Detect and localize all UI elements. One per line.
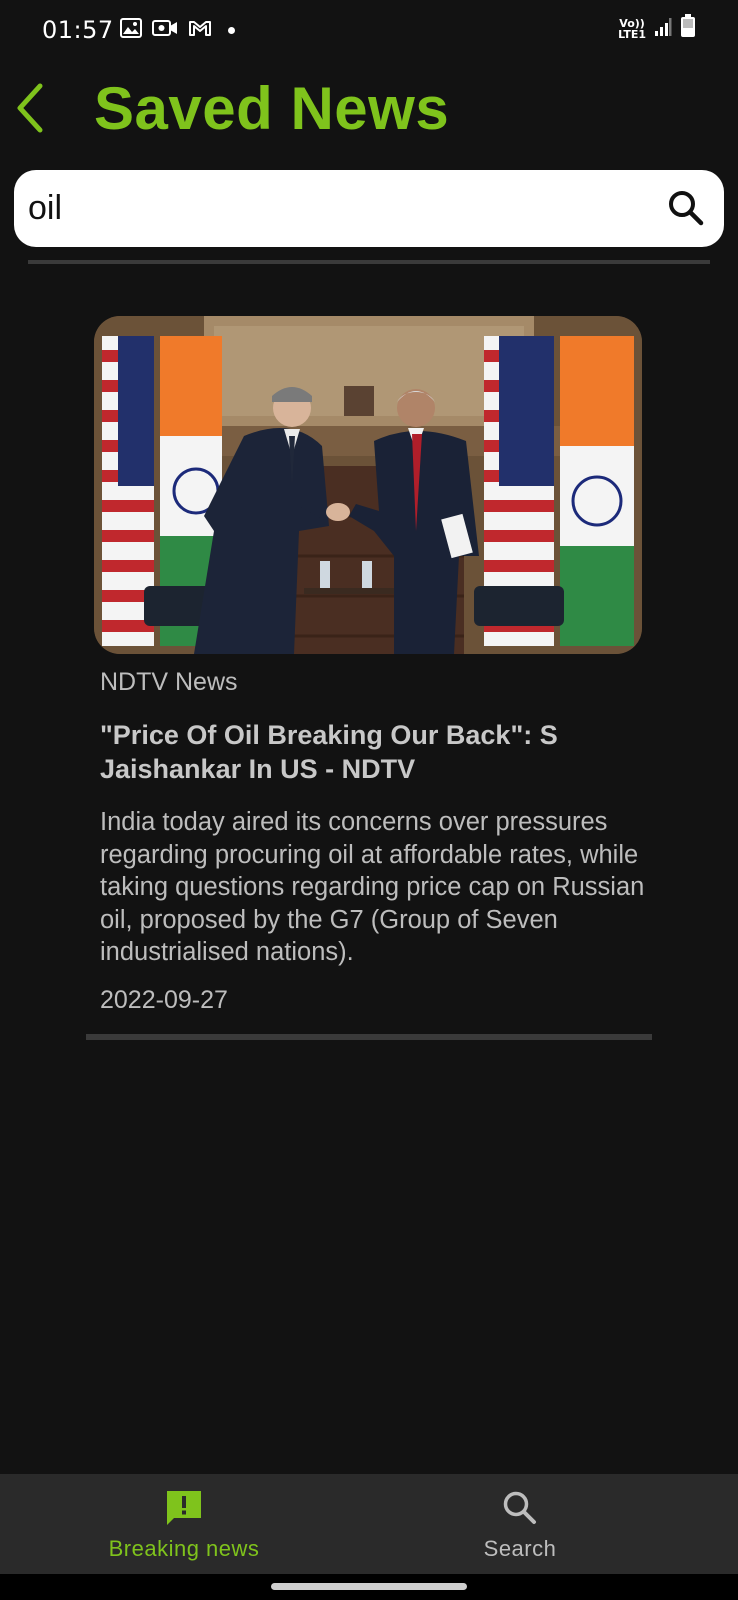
article-source: NDTV News (100, 668, 238, 696)
nav-search[interactable]: Search (336, 1474, 704, 1574)
divider (28, 260, 710, 264)
gallery-icon (120, 16, 142, 44)
notification-icons (120, 16, 235, 44)
status-time: 01:57 (42, 16, 114, 44)
article-photo (94, 316, 642, 654)
app-header: Saved News (0, 68, 738, 148)
system-icons: Vo)) LTE1 (618, 14, 696, 44)
battery-icon (680, 14, 696, 44)
article-image[interactable] (94, 316, 642, 654)
article-description: India today aired its concerns over pres… (100, 808, 645, 966)
breaking-news-icon (164, 1488, 204, 1532)
back-button[interactable] (12, 78, 52, 138)
nav-breaking-news-label: Breaking news (108, 1536, 260, 1561)
gmail-icon (188, 16, 212, 44)
video-call-icon (152, 16, 178, 44)
status-bar: 01:57 Vo)) LTE1 (0, 0, 738, 58)
home-gesture-handle[interactable] (271, 1583, 467, 1590)
article-divider (86, 1034, 652, 1040)
gesture-bar (0, 1574, 738, 1600)
network-indicator: Vo)) LTE1 (618, 18, 646, 40)
search-bar (14, 170, 724, 247)
network-label: LTE1 (618, 28, 646, 41)
bottom-navigation: Breaking news Search (0, 1474, 738, 1574)
chevron-left-icon (17, 83, 43, 133)
article-card[interactable]: NDTV News "Price Of Oil Breaking Our Bac… (94, 316, 644, 1014)
article-date: 2022-09-27 (100, 986, 228, 1014)
search-input[interactable] (28, 170, 648, 247)
search-icon (500, 1488, 540, 1532)
notification-dot-icon (228, 26, 235, 34)
page-title: Saved News (94, 75, 450, 142)
signal-icon (654, 15, 672, 43)
search-button[interactable] (666, 188, 706, 228)
nav-breaking-news[interactable]: Breaking news (34, 1474, 334, 1574)
search-icon (669, 191, 704, 226)
article-title[interactable]: "Price Of Oil Breaking Our Back": S Jais… (100, 718, 640, 786)
nav-search-label: Search (483, 1536, 557, 1561)
